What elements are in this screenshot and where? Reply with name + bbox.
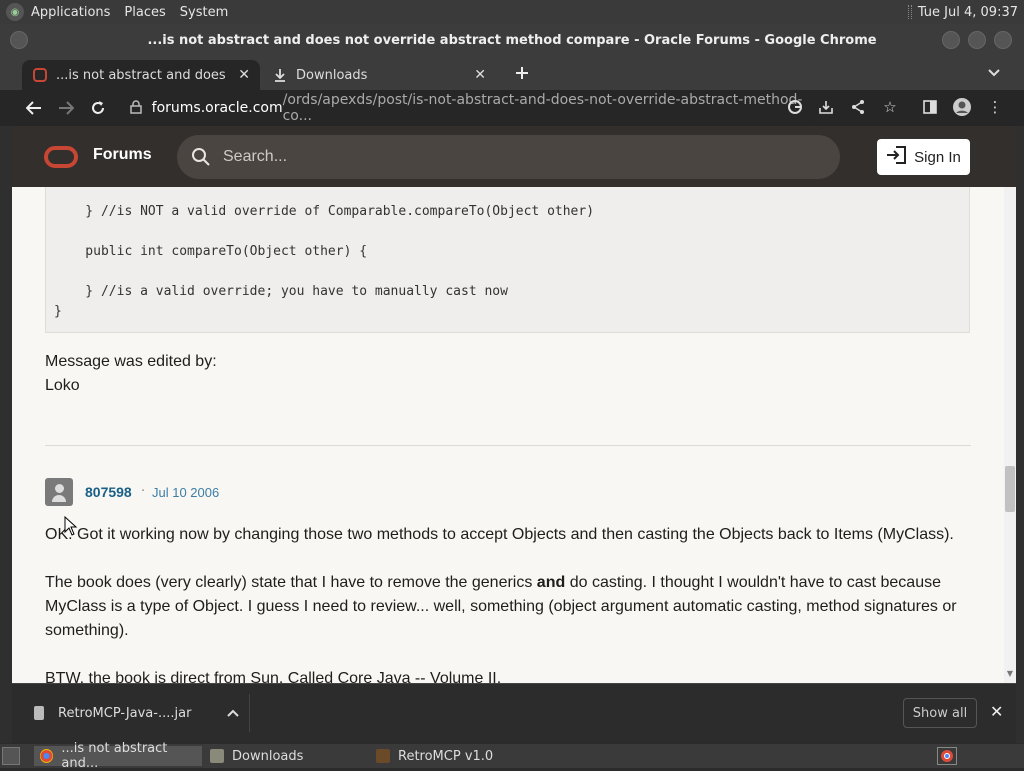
forums-home-link[interactable]: Forums [93,146,152,164]
scroll-down-arrow-icon[interactable]: ▼ [1004,669,1016,681]
address-bar[interactable]: forums.oracle.com/ords/apexds/post/is-no… [118,92,818,124]
tab-label: Downloads [296,67,368,83]
tab-forum-post[interactable]: ...is not abstract and does not o ✕ [22,60,260,90]
tab-search-chevron-icon[interactable] [978,57,1010,89]
profile-avatar-icon[interactable] [950,95,974,119]
install-download-icon[interactable] [814,95,838,119]
task-label: ...is not abstract and... [61,741,168,771]
menu-places[interactable]: Places [117,5,172,20]
show-desktop-button[interactable] [2,747,20,765]
code-line: } //is NOT a valid override of Comparabl… [54,204,595,219]
taskbar-item-chrome[interactable]: ...is not abstract and... [34,741,202,771]
post-paragraph-1: OK. Got it working now by changing those… [45,526,954,543]
back-button[interactable] [18,92,50,124]
window-title: ...is not abstract and does not override… [147,32,877,48]
forward-button[interactable] [50,92,82,124]
post-paragraph-3: BTW, the book is direct from Sun. Called… [45,670,502,683]
chevron-up-icon[interactable] [227,707,239,720]
edit-note-label: Message was edited by: [45,353,217,370]
para2-bold: and [536,574,566,591]
tab-label: ...is not abstract and does not o [56,67,226,83]
web-page: Forums Search... Sign In } //is NOT a va… [12,126,1016,683]
para2-text: The book does (very clearly) state that … [45,574,537,591]
panel-grip [907,5,912,19]
clock[interactable]: Tue Jul 4, 09:37 [918,5,1024,20]
code-line: } [54,304,62,319]
post-paragraph-2: The book does (very clearly) state that … [45,571,975,643]
avatar-head [55,484,64,493]
new-tab-button[interactable] [506,57,538,89]
oracle-favicon [32,67,48,83]
menu-system[interactable]: System [173,5,235,20]
sign-in-icon [886,145,907,169]
reload-button[interactable] [82,92,114,124]
window-frame-left [0,126,12,743]
close-icon[interactable]: ✕ [990,702,1003,721]
window-titlebar[interactable]: ...is not abstract and does not override… [0,24,1024,56]
post-author-link[interactable]: 807598 [85,484,132,500]
avatar-body [52,495,66,502]
edit-note-author: Loko [45,377,80,394]
tab-close-icon[interactable]: ✕ [474,67,486,83]
code-block: } //is NOT a valid override of Comparabl… [45,187,970,333]
side-panel-icon[interactable] [918,95,942,119]
chrome-icon [40,749,54,763]
show-all-button[interactable]: Show all [903,698,977,728]
chrome-menu-icon[interactable]: ⋮ [983,95,1007,119]
window-frame-right [1016,126,1024,743]
menu-applications[interactable]: Applications [24,5,117,20]
code-line: } //is a valid override; you have to man… [54,284,508,299]
taskbar-item-retromcp[interactable]: RetroMCP v1.0 [370,746,530,766]
tab-close-icon[interactable]: ✕ [238,67,250,83]
share-icon[interactable] [846,95,870,119]
search-placeholder: Search... [223,148,288,165]
search-icon [191,147,211,167]
java-icon [376,749,390,763]
post-divider [45,445,971,446]
search-input[interactable]: Search... [177,135,840,179]
google-lens-icon[interactable] [783,95,807,119]
avatar[interactable] [45,478,73,506]
taskbar-item-downloads[interactable]: Downloads [204,746,364,766]
download-shelf: RetroMCP-Java-....jar Show all ✕ [12,683,1016,741]
download-icon [272,67,288,83]
download-item[interactable]: RetroMCP-Java-....jar [24,694,250,732]
tab-downloads[interactable]: Downloads ✕ [262,60,496,90]
applications-icon[interactable]: ◉ [6,3,24,21]
window-menu-button[interactable] [10,31,28,49]
file-icon [34,706,44,720]
tab-strip: ...is not abstract and does not o ✕ Down… [0,56,1024,90]
maximize-button[interactable] [968,31,986,49]
task-label: RetroMCP v1.0 [398,748,494,764]
close-window-button[interactable] [994,31,1012,49]
sign-in-button[interactable]: Sign In [877,139,970,175]
taskbar: ...is not abstract and... Downloads Retr… [0,741,1024,771]
browser-toolbar: forums.oracle.com/ords/apexds/post/is-no… [0,90,1024,126]
site-info-icon[interactable] [130,99,144,117]
folder-icon [210,749,224,763]
url-host: forums.oracle.com [151,100,283,116]
scrollbar-thumb[interactable] [1005,466,1015,512]
code-line: public int compareTo(Object other) { [54,244,368,259]
top-panel: ◉ Applications Places System Tue Jul 4, … [0,0,1024,24]
url-path: /ords/apexds/post/is-not-abstract-and-do… [282,92,803,124]
post-date-link[interactable]: Jul 10 2006 [152,485,219,500]
task-label: Downloads [232,748,304,764]
meta-separator: · [141,484,146,499]
minimize-button[interactable] [942,31,960,49]
sign-in-label: Sign In [914,148,961,166]
bookmark-star-icon[interactable]: ☆ [878,95,902,119]
mouse-cursor-icon [64,516,78,536]
download-file-name: RetroMCP-Java-....jar [58,705,192,721]
oracle-logo[interactable] [44,146,78,168]
page-scrollbar[interactable] [1004,187,1016,683]
forum-header: Forums Search... Sign In [12,126,1016,187]
tray-chrome-icon[interactable] [937,747,957,765]
